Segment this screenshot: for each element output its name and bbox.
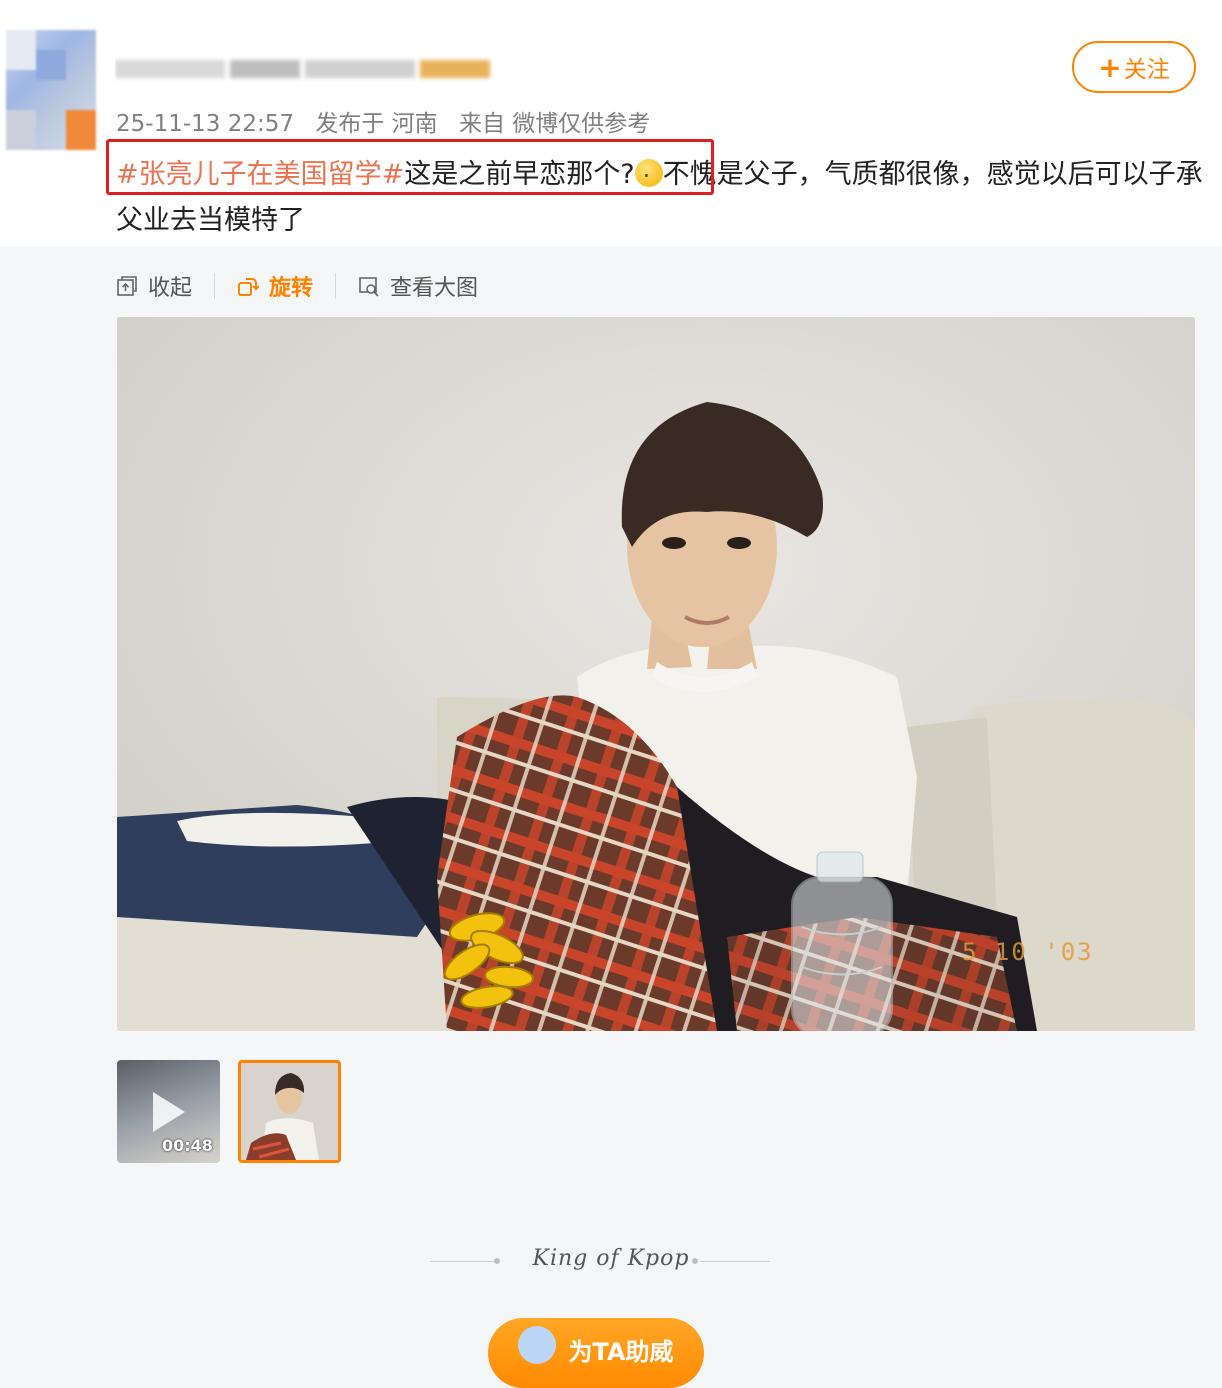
view-large-icon xyxy=(359,277,379,297)
post-location: 发布于 河南 xyxy=(315,111,438,137)
boost-avatar-icon xyxy=(518,1326,557,1364)
video-duration: 00:48 xyxy=(162,1136,213,1155)
plus-icon: + xyxy=(1098,50,1122,84)
boost-button[interactable]: 为TA助威 xyxy=(488,1318,704,1388)
hashtag-link[interactable]: #张亮儿子在美国留学# xyxy=(116,159,404,190)
main-photo[interactable] xyxy=(117,317,1195,1031)
post-text: #张亮儿子在美国留学#这是之前早恋那个?不愧是父子，气质都很像，感觉以后可以子承… xyxy=(116,152,1206,244)
photo-date-stamp: 5 10 '03 xyxy=(962,938,1094,966)
post-text-part1: 这是之前早恋那个? xyxy=(404,159,635,190)
boost-label: 为TA助威 xyxy=(568,1338,674,1366)
post-source: 来自 微博仅供参考 xyxy=(458,111,651,137)
follow-button[interactable]: + 关注 xyxy=(1072,41,1196,93)
photo-illustration xyxy=(117,317,1195,1031)
rotate-icon xyxy=(238,278,260,296)
signature-text: King of Kpop xyxy=(532,1246,690,1271)
thumbnail-image-selected[interactable] xyxy=(238,1060,341,1163)
thumbnail-video[interactable]: 00:48 xyxy=(117,1060,220,1163)
thinking-emoji-icon xyxy=(634,153,663,199)
divider-dot xyxy=(692,1258,698,1264)
thumbnail-photo xyxy=(241,1063,338,1160)
rotate-button[interactable]: 旋转 xyxy=(237,270,313,302)
avatar[interactable] xyxy=(6,30,96,150)
view-large-label: 查看大图 xyxy=(390,276,479,301)
follow-label: 关注 xyxy=(1123,57,1170,83)
view-large-button[interactable]: 查看大图 xyxy=(358,270,478,302)
rotate-label: 旋转 xyxy=(269,276,314,301)
divider-line xyxy=(700,1261,770,1262)
collapse-label: 收起 xyxy=(148,276,193,301)
collapse-icon xyxy=(117,276,137,296)
username-blurred[interactable] xyxy=(115,44,495,84)
toolbar-divider xyxy=(335,273,337,299)
collapse-button[interactable]: 收起 xyxy=(116,270,192,302)
post-time[interactable]: 25-11-13 22:57 xyxy=(116,111,294,137)
play-icon xyxy=(153,1092,185,1132)
post-meta: 25-11-13 22:57 发布于 河南 来自 微博仅供参考 xyxy=(116,104,664,138)
image-toolbar: 收起 旋转 查看大图 xyxy=(116,268,478,304)
toolbar-divider xyxy=(214,273,216,299)
